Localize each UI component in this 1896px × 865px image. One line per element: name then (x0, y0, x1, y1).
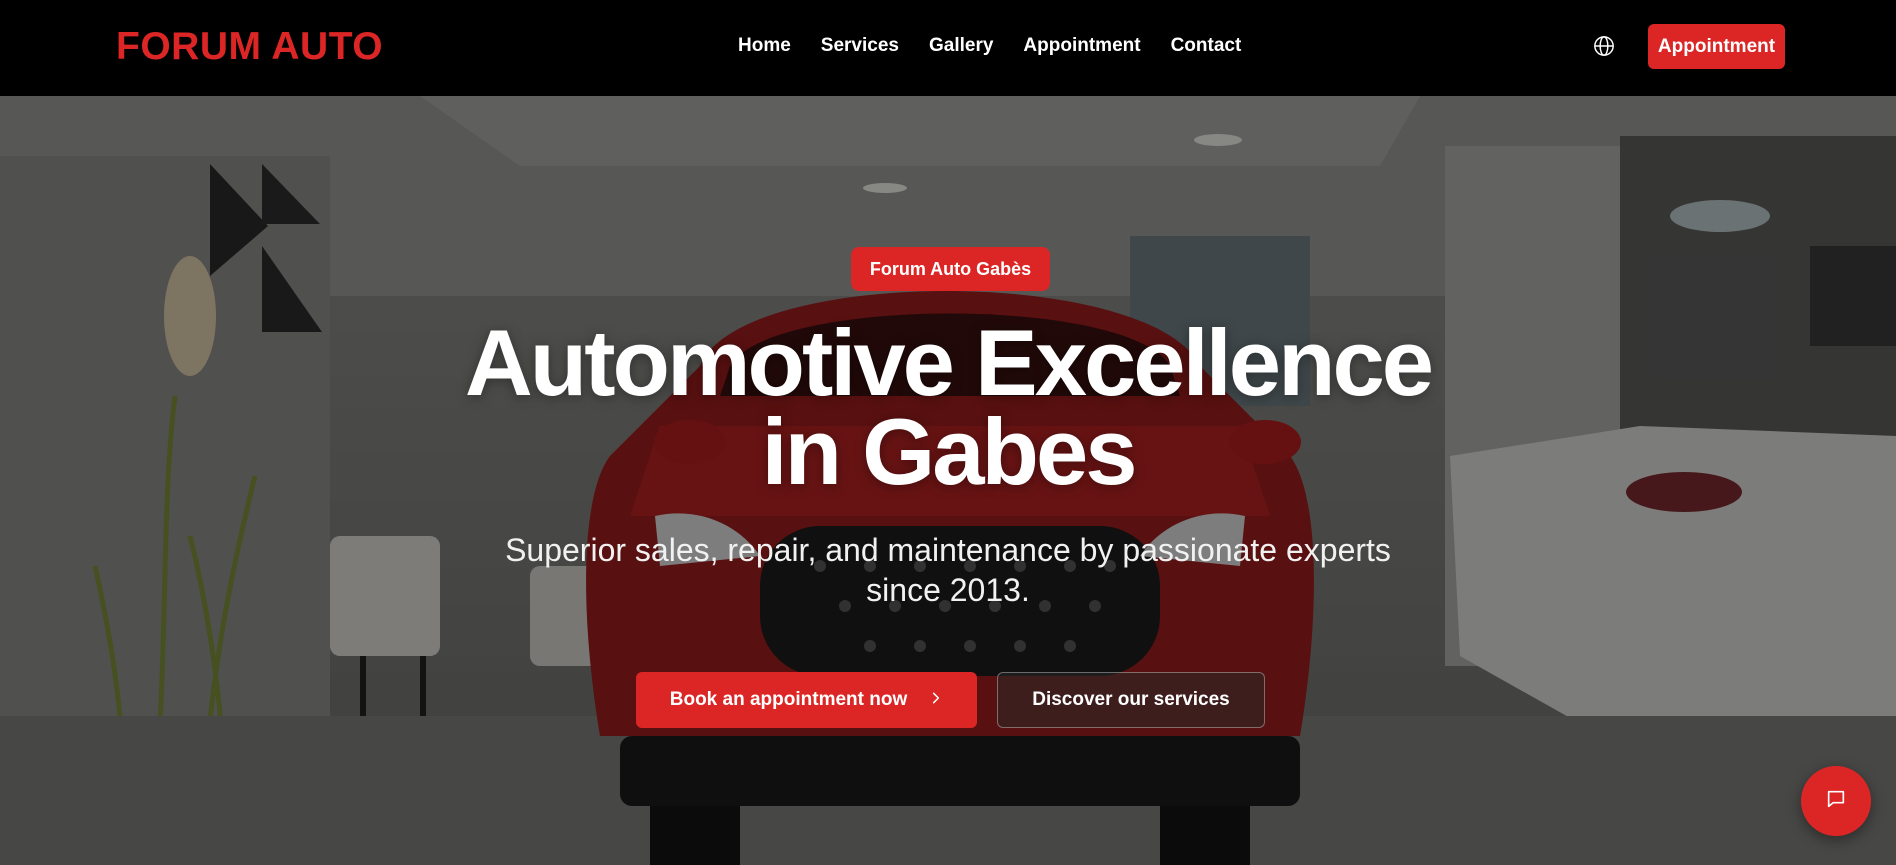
brand-logo[interactable]: FORUM AUTO (116, 24, 383, 70)
location-badge: Forum Auto Gabès (851, 247, 1050, 291)
hero-headline: Automotive Excellence in Gabes (398, 316, 1498, 499)
book-appointment-button[interactable]: Book an appointment now (636, 672, 977, 728)
header-appointment-button[interactable]: Appointment (1648, 24, 1785, 69)
hero-subheadline: Superior sales, repair, and maintenance … (505, 532, 1391, 608)
nav-home[interactable]: Home (738, 34, 791, 58)
nav-appointment[interactable]: Appointment (1023, 34, 1140, 58)
chat-bubble-icon (1825, 788, 1847, 815)
book-appointment-label: Book an appointment now (669, 689, 908, 710)
headline-line-2: in Gabes (761, 399, 1137, 504)
nav-contact[interactable]: Contact (1171, 34, 1242, 58)
discover-services-button[interactable]: Discover our services (997, 672, 1265, 728)
hero-section: Forum Auto Gabès Automotive Excellence i… (0, 96, 1896, 865)
main-nav: Home Services Gallery Appointment Contac… (738, 34, 1241, 58)
globe-icon[interactable] (1593, 35, 1615, 57)
nav-gallery[interactable]: Gallery (929, 34, 993, 58)
chat-button[interactable] (1801, 766, 1871, 836)
site-header: FORUM AUTO Home Services Gallery Appoint… (0, 0, 1896, 96)
nav-services[interactable]: Services (821, 34, 899, 58)
chevron-right-icon (929, 689, 943, 711)
